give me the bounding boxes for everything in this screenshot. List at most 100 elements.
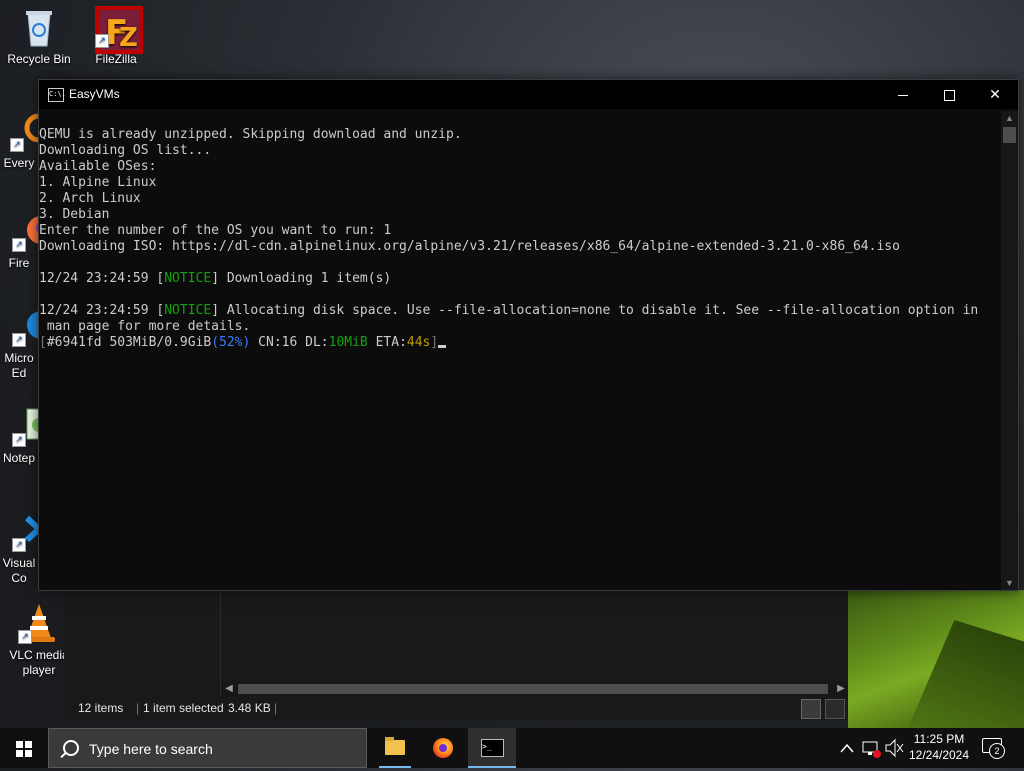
console-app-icon: C:\. <box>48 88 66 102</box>
close-button[interactable]: ✕ <box>972 80 1018 109</box>
notification-badge: 2 <box>989 743 1005 759</box>
terminal-line: Available OSes: <box>39 159 157 174</box>
text-cursor <box>438 345 447 348</box>
close-icon: ✕ <box>989 86 1001 102</box>
search-icon <box>63 740 79 756</box>
clock-date: 12/24/2024 <box>908 748 970 762</box>
taskbar-clock[interactable]: 11:25 PM 12/24/2024 <box>904 731 974 763</box>
notice-tag: NOTICE <box>164 303 212 318</box>
terminal-line: Downloading ISO: https://dl-cdn.alpineli… <box>39 239 900 254</box>
desktop-icon-recycle-bin[interactable]: Recycle Bin <box>1 6 77 67</box>
scroll-right-icon[interactable]: ▶ <box>834 682 848 696</box>
console-icon: >_ <box>481 739 504 757</box>
shortcut-arrow-icon: ↗ <box>12 333 26 347</box>
taskbar-console[interactable]: >_ <box>468 728 516 768</box>
selected-size: 3.48 KB <box>228 701 271 715</box>
desktop-icon-vscode[interactable]: ↗ Visual Co <box>0 510 54 586</box>
shortcut-arrow-icon: ↗ <box>12 238 26 252</box>
title-bar[interactable]: C:\. EasyVMs ✕ <box>39 80 1018 109</box>
items-count: 12 items <box>78 701 124 715</box>
desktop-icon-notepad[interactable]: ↗ Notep <box>0 405 50 466</box>
start-button[interactable] <box>0 728 48 768</box>
shortcut-arrow-icon: ↗ <box>95 34 109 48</box>
progress-connections: CN:16 <box>258 335 298 350</box>
notice-tag: NOTICE <box>164 271 212 286</box>
maximize-button[interactable] <box>926 80 972 109</box>
progress-gid: #6941fd <box>46 335 102 350</box>
desktop-icon-firefox[interactable]: ↗ Fire <box>0 210 55 271</box>
file-explorer-window: ◀ ▶ 12 items | 1 item selected 3.48 KB | <box>64 588 848 720</box>
search-placeholder: Type here to search <box>89 741 213 757</box>
taskbar-file-explorer[interactable] <box>371 728 419 768</box>
maximize-icon <box>943 89 955 101</box>
terminal-output[interactable]: QEMU is already unzipped. Skipping downl… <box>39 111 1001 590</box>
notice-line: 12/24 23:24:59 [NOTICE] Allocating disk … <box>39 303 979 318</box>
scrollbar-thumb[interactable] <box>1003 127 1016 143</box>
desktop-icon-edge[interactable]: ↗ Micro Ed <box>0 305 55 381</box>
recycle-bin-icon <box>18 6 60 48</box>
desktop-icon-label: Visual Co <box>2 556 36 585</box>
svg-text:Z: Z <box>119 23 138 53</box>
shortcut-arrow-icon: ↗ <box>18 630 32 644</box>
taskbar-firefox[interactable] <box>419 728 467 768</box>
terminal-line: 1. Alpine Linux <box>39 175 157 190</box>
minimize-icon <box>898 94 908 96</box>
progress-percent: 52% <box>219 335 243 350</box>
chevron-up-icon <box>840 743 854 753</box>
explorer-status-bar: 12 items | 1 item selected 3.48 KB | <box>64 696 848 720</box>
notice-continuation: man page for more details. <box>39 319 251 334</box>
vertical-scrollbar[interactable]: ▲ ▼ <box>1001 111 1018 590</box>
scroll-left-icon[interactable]: ◀ <box>222 682 236 696</box>
shortcut-arrow-icon: ↗ <box>10 138 24 152</box>
selected-count: 1 item selected <box>143 701 224 715</box>
large-icons-view-button[interactable] <box>825 699 845 719</box>
scrollbar-thumb[interactable] <box>238 684 828 694</box>
action-center-button[interactable]: 2 <box>982 738 1005 759</box>
taskbar: Type here to search >_ 11:25 PM 12/24/20… <box>0 728 1024 768</box>
notice-message: Downloading 1 item(s) <box>226 271 392 286</box>
network-tray-button[interactable] <box>860 728 882 768</box>
desktop-icon-filezilla[interactable]: FZ ↗ FileZilla <box>78 6 154 67</box>
navigation-pane <box>64 588 221 696</box>
terminal-line: Downloading OS list... <box>39 143 212 158</box>
progress-dl-label: DL: <box>305 335 329 350</box>
desktop-icon-label: FileZilla <box>95 52 137 66</box>
scroll-down-icon[interactable]: ▼ <box>1001 576 1018 590</box>
firefox-icon <box>433 738 453 758</box>
download-progress-line: [#6941fd 503MiB/0.9GiB(52%) CN:16 DL:10M… <box>39 335 1001 351</box>
minimize-button[interactable] <box>880 80 926 109</box>
volume-tray-button[interactable] <box>884 728 904 768</box>
scroll-up-icon[interactable]: ▲ <box>1001 111 1018 125</box>
progress-eta: 44s <box>406 335 431 350</box>
horizontal-scrollbar[interactable]: ◀ ▶ <box>222 682 848 696</box>
shortcut-arrow-icon: ↗ <box>12 538 26 552</box>
clock-time: 11:25 PM <box>913 732 965 746</box>
progress-eta-label: ETA: <box>375 335 407 350</box>
details-view-button[interactable] <box>801 699 821 719</box>
terminal-line: 2. Arch Linux <box>39 191 141 206</box>
shortcut-arrow-icon: ↗ <box>12 433 26 447</box>
terminal-line: QEMU is already unzipped. Skipping downl… <box>39 127 462 142</box>
terminal-line: 3. Debian <box>39 207 110 222</box>
desktop-icon-everything[interactable]: ↗ Every <box>0 110 54 171</box>
notice-message: Allocating disk space. Use --file-alloca… <box>226 303 979 318</box>
notice-line: 12/24 23:24:59 [NOTICE] Downloading 1 it… <box>39 271 392 286</box>
desktop-icon-label: Notep <box>2 451 36 465</box>
notice-timestamp: 12/24 23:24:59 <box>39 303 149 318</box>
filezilla-icon: FZ ↗ <box>95 6 143 54</box>
status-divider: | <box>136 701 140 715</box>
status-divider: | <box>274 701 278 715</box>
taskbar-search-box[interactable]: Type here to search <box>48 728 367 768</box>
progress-download-speed: 10MiB <box>328 335 368 350</box>
wallpaper-tent <box>848 590 1024 728</box>
desktop-icon-label: VLC media player <box>9 648 69 677</box>
windows-logo-icon <box>16 741 32 757</box>
easyvms-console-window[interactable]: C:\. EasyVMs ✕ QEMU is already unzipped.… <box>38 79 1019 591</box>
window-title: EasyVMs <box>69 87 120 101</box>
notice-timestamp: 12/24 23:24:59 <box>39 271 149 286</box>
desktop-icon-label: Recycle Bin <box>7 52 71 66</box>
folder-icon <box>385 737 405 755</box>
show-hidden-icons-button[interactable] <box>838 728 856 768</box>
